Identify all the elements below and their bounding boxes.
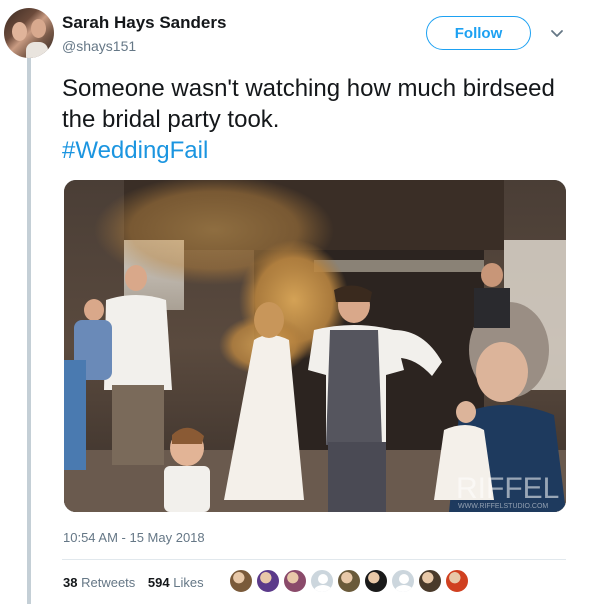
avatar-face-left — [12, 22, 27, 41]
liker-avatar-4-icon[interactable] — [337, 569, 361, 593]
liked-by-avatars — [229, 569, 472, 593]
liker-avatar-2-icon[interactable] — [256, 569, 280, 593]
liker-avatar-7-icon[interactable] — [445, 569, 469, 593]
thread-line — [27, 58, 31, 604]
likes-count[interactable]: 594 — [148, 575, 170, 590]
author-name[interactable]: Sarah Hays Sanders — [62, 13, 226, 33]
tweet-text: Someone wasn't watching how much birdsee… — [62, 73, 572, 166]
author-avatar[interactable] — [4, 8, 54, 58]
liker-avatar-default-icon[interactable] — [391, 569, 415, 593]
retweets-count[interactable]: 38 — [63, 575, 77, 590]
follow-button[interactable]: Follow — [426, 16, 531, 50]
wedding-photo-illustration: RIFFEL WWW.RIFFELSTUDIO.COM — [64, 180, 566, 512]
tweet-stats: 38 Retweets 594 Likes — [63, 575, 204, 590]
liker-avatar-6-icon[interactable] — [418, 569, 442, 593]
tweet-timestamp[interactable]: 10:54 AM - 15 May 2018 — [63, 530, 205, 545]
liker-avatar-3-icon[interactable] — [283, 569, 307, 593]
tweet-body: Someone wasn't watching how much birdsee… — [62, 75, 555, 133]
liker-avatar-5-icon[interactable] — [364, 569, 388, 593]
chevron-down-icon[interactable] — [549, 27, 565, 41]
photo-watermark: RIFFEL — [456, 472, 559, 505]
likes-label[interactable]: Likes — [173, 575, 203, 590]
liker-avatar-default-icon[interactable] — [310, 569, 334, 593]
photo-watermark-url: WWW.RIFFELSTUDIO.COM — [458, 503, 548, 510]
liker-avatar-1-icon[interactable] — [229, 569, 253, 593]
stats-divider — [62, 559, 566, 560]
hashtag-link[interactable]: #WeddingFail — [62, 137, 208, 164]
avatar-shirt — [26, 42, 48, 58]
avatar-face-right — [31, 19, 46, 38]
retweets-label[interactable]: Retweets — [81, 575, 135, 590]
tweet-photo[interactable]: RIFFEL WWW.RIFFELSTUDIO.COM — [64, 180, 566, 512]
author-handle[interactable]: @shays151 — [62, 38, 136, 54]
